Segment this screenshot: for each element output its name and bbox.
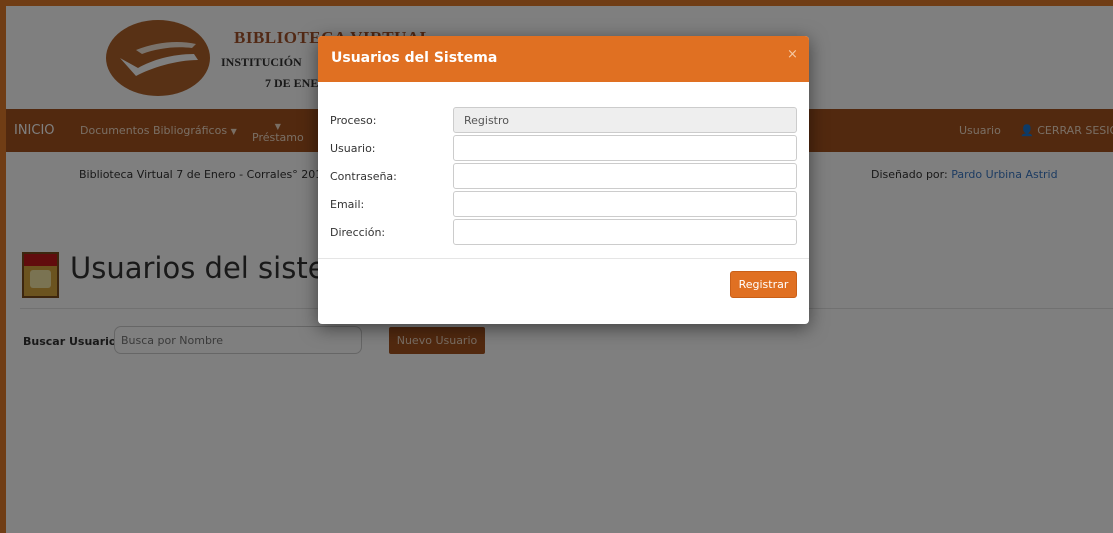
modal-header: Usuarios del Sistema × — [318, 36, 809, 82]
close-icon[interactable]: × — [787, 47, 798, 62]
modal-footer-divider — [318, 258, 809, 259]
email-label: Email: — [330, 198, 365, 211]
password-label: Contraseña: — [330, 170, 397, 183]
form-row-address: Dirección: — [318, 219, 809, 245]
process-field — [453, 107, 797, 133]
address-label: Dirección: — [330, 226, 386, 239]
modal-title: Usuarios del Sistema — [331, 50, 498, 66]
user-modal: Usuarios del Sistema × Proceso: Usuario:… — [318, 36, 809, 324]
process-label: Proceso: — [330, 114, 377, 127]
form-row-user: Usuario: — [318, 135, 809, 161]
form-row-email: Email: — [318, 191, 809, 217]
form-row-password: Contraseña: — [318, 163, 809, 189]
email-field[interactable] — [453, 191, 797, 217]
form-row-process: Proceso: — [318, 107, 809, 133]
username-field[interactable] — [453, 135, 797, 161]
password-field[interactable] — [453, 163, 797, 189]
address-field[interactable] — [453, 219, 797, 245]
register-button[interactable]: Registrar — [730, 271, 797, 298]
user-label: Usuario: — [330, 142, 376, 155]
